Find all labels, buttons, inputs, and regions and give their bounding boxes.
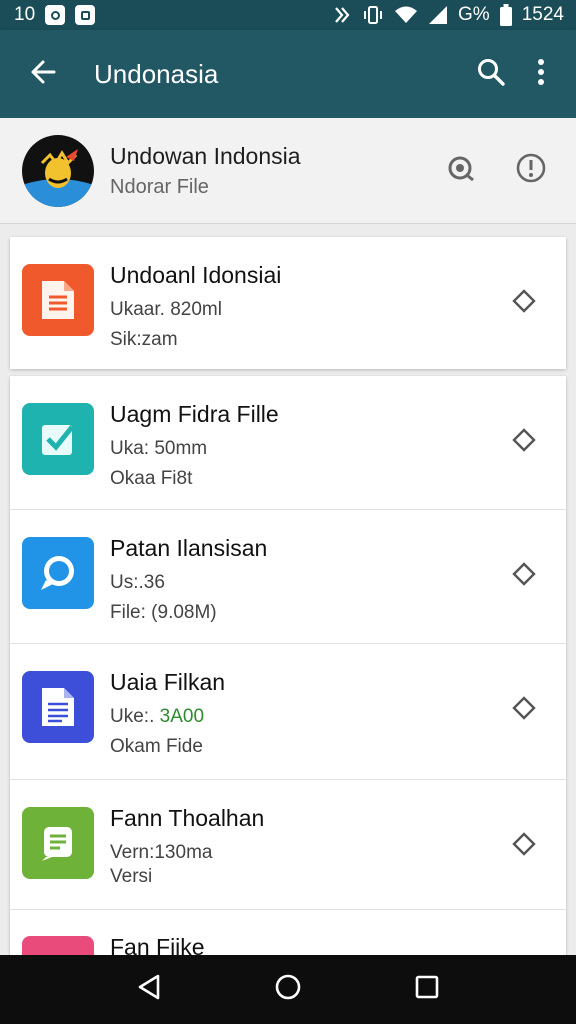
diamond-icon	[512, 427, 536, 457]
search-button[interactable]	[466, 49, 516, 99]
list-item[interactable]: Undoanl Idonsiai Ukaar. 820ml Sik:zam	[10, 237, 566, 369]
file-meta: Okaa Fi8t	[110, 468, 193, 489]
file-card-featured: Undoanl Idonsiai Ukaar. 820ml Sik:zam	[10, 237, 566, 369]
file-size: Vern:130ma	[110, 842, 213, 863]
nfc-icon	[332, 5, 352, 25]
header-title: Undowan Indonsia	[110, 142, 301, 169]
note-icon	[22, 807, 94, 879]
battery-percent: G%	[458, 4, 490, 25]
file-size: Ukaar. 820ml	[110, 299, 222, 320]
file-meta: File: (9.08M)	[110, 602, 217, 623]
checkbox-icon	[22, 403, 94, 475]
status-bar: 10 G% 1524	[0, 0, 576, 30]
file-size: Uka: 50mm	[110, 438, 208, 459]
back-button[interactable]	[18, 49, 68, 99]
item-options-button[interactable]	[502, 824, 546, 868]
circle-home-icon	[274, 973, 302, 1006]
find-button[interactable]	[436, 146, 486, 196]
file-meta: Sik:zam	[110, 329, 178, 350]
diamond-icon	[512, 288, 536, 318]
navigation-bar	[0, 955, 576, 1024]
signal-icon	[428, 5, 448, 25]
file-title: Uagm Fidra Fille	[110, 401, 279, 427]
app-title: Undonasia	[94, 58, 219, 89]
list-item[interactable]: Uagm Fidra Fille Uka: 50mm Okaa Fi8t	[10, 376, 566, 510]
document-icon	[22, 264, 94, 336]
profile-header: Undowan Indonsia Ndorar File	[0, 118, 576, 224]
search-icon	[476, 57, 506, 92]
file-list: Uagm Fidra Fille Uka: 50mm Okaa Fi8t Pat…	[10, 376, 566, 956]
wifi-icon	[394, 5, 418, 25]
nav-home-button[interactable]	[258, 960, 318, 1020]
header-subtitle: Ndorar File	[110, 175, 209, 198]
file-icon	[22, 936, 94, 956]
file-size: Uke:. 3A00	[110, 706, 502, 728]
item-options-button[interactable]	[502, 554, 546, 598]
nav-back-button[interactable]	[119, 960, 179, 1020]
list-item[interactable]: Fann Thoalhan Vern:130ma Versi	[10, 780, 566, 910]
status-time-right: 1524	[521, 4, 564, 25]
file-title: Fann Thoalhan	[110, 805, 265, 831]
app-bar: Undonasia	[0, 30, 576, 118]
more-vert-icon	[537, 58, 545, 91]
diamond-icon	[512, 695, 536, 725]
list-item[interactable]: Fan Fiike	[10, 910, 566, 956]
file-title: Patan Ilansisan	[110, 535, 268, 561]
info-button[interactable]	[506, 146, 556, 196]
more-options-button[interactable]	[516, 49, 566, 99]
arrow-back-icon	[29, 58, 57, 91]
nav-recents-button[interactable]	[397, 960, 457, 1020]
file-meta: Versi	[110, 866, 153, 887]
notification-icon-2	[75, 5, 96, 25]
list-item[interactable]: Patan Ilansisan Us:.36 File: (9.08M)	[10, 510, 566, 644]
chat-bubble-icon	[22, 537, 94, 609]
battery-icon	[499, 4, 512, 26]
file-title: Uaia Filkan	[110, 669, 226, 695]
list-item[interactable]: Uaia Filkan Uke:. 3A00 Okam Fide	[10, 644, 566, 780]
item-options-button[interactable]	[502, 281, 546, 325]
file-size: Us:.36	[110, 572, 165, 593]
alert-circle-icon	[515, 152, 547, 189]
status-time-left: 10	[14, 4, 36, 25]
file-title: Fan Fiike	[110, 934, 205, 956]
item-options-button[interactable]	[502, 688, 546, 732]
vibrate-icon	[362, 5, 384, 25]
diamond-icon	[512, 831, 536, 861]
text-file-icon	[22, 671, 94, 743]
triangle-back-icon	[136, 973, 162, 1006]
file-size-highlight: 3A00	[159, 706, 205, 727]
square-recents-icon	[414, 974, 440, 1005]
avatar	[22, 134, 94, 207]
file-meta: Okam Fide	[110, 736, 203, 757]
find-icon	[446, 153, 476, 188]
file-title: Undoanl Idonsiai	[110, 262, 282, 288]
item-options-button[interactable]	[502, 420, 546, 464]
file-size-prefix: Uke:.	[110, 706, 155, 727]
diamond-icon	[512, 561, 536, 591]
notification-icon	[45, 5, 66, 25]
